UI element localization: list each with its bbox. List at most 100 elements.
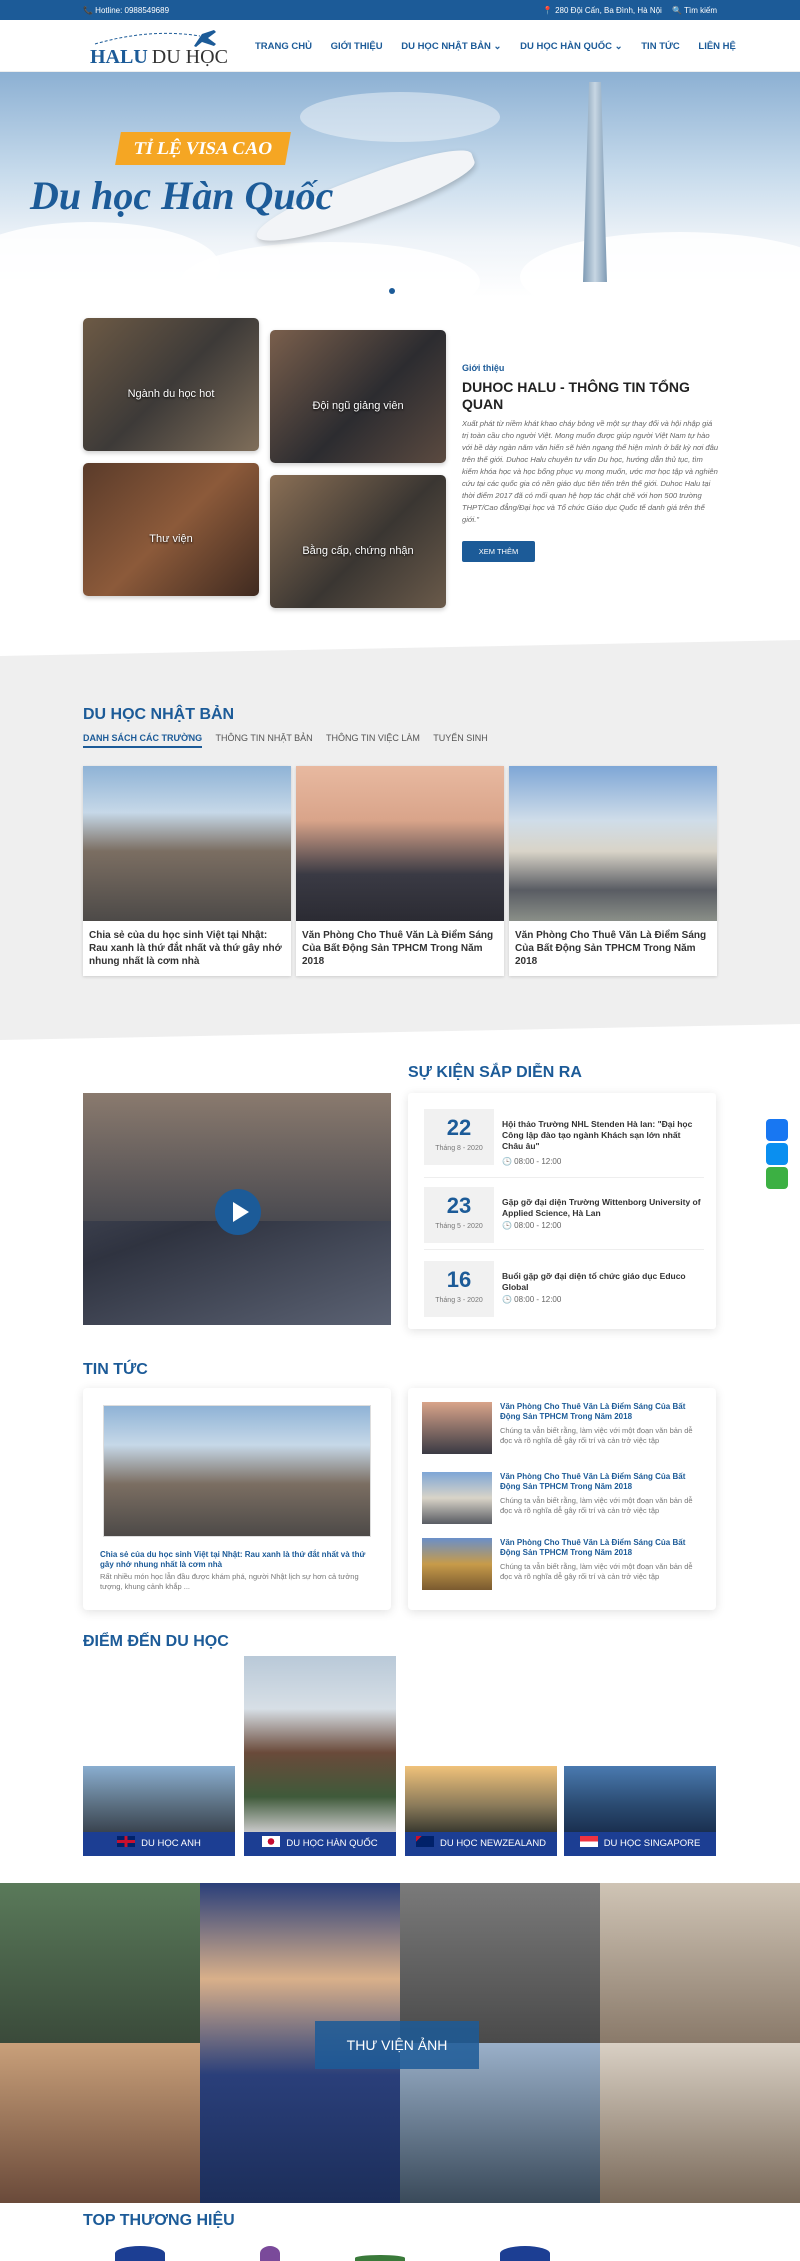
tile-hot-majors[interactable]: Ngành du học hot	[83, 318, 259, 451]
zalo-icon[interactable]	[766, 1143, 788, 1165]
video-player[interactable]	[83, 1093, 391, 1325]
brand-logo[interactable]	[500, 2246, 550, 2261]
destination-singapore[interactable]: DU HỌC SINGAPORE	[564, 1656, 716, 1856]
brand-logo[interactable]	[260, 2246, 280, 2261]
destination-label[interactable]: DU HỌC HÀN QUỐC	[244, 1832, 396, 1856]
photo-library[interactable]: THƯ VIỆN ẢNH	[0, 1883, 800, 2203]
destination-korea[interactable]: DU HỌC HÀN QUỐC	[244, 1656, 396, 1856]
hotline[interactable]: 📞 Hotline: 0988549689	[83, 6, 169, 15]
brand-logo[interactable]	[115, 2246, 165, 2261]
event-item[interactable]: 23 Tháng 5 - 2020 Gặp gỡ đại diện Trường …	[424, 1179, 704, 1243]
news-card[interactable]: Chia sẻ của du học sinh Việt tại Nhật: R…	[83, 766, 291, 976]
event-item[interactable]: 22 Tháng 8 - 2020 Hội thảo Trường NHL Ste…	[424, 1101, 704, 1166]
news-item[interactable]: Văn Phòng Cho Thuê Văn Là Điểm Sáng Của …	[422, 1472, 702, 1532]
event-item[interactable]: 16 Tháng 3 - 2020 Buổi gặp gỡ đại diện tổ…	[424, 1253, 704, 1317]
library-photo[interactable]	[0, 1883, 200, 2043]
brand-logo[interactable]	[355, 2255, 405, 2261]
library-photo[interactable]	[400, 1883, 600, 2043]
event-title[interactable]: Gặp gỡ đại diện Trường Wittenborg Univer…	[502, 1197, 702, 1219]
tile-caption: Ngành du học hot	[127, 388, 215, 401]
news-item[interactable]: Văn Phòng Cho Thuê Văn Là Điểm Sáng Của …	[422, 1538, 702, 1598]
event-date: 23 Tháng 5 - 2020	[424, 1187, 494, 1243]
about-label: Giới thiệu	[462, 363, 505, 373]
nav-japan[interactable]: DU HỌC NHẬT BẢN ⌄	[401, 41, 501, 52]
destination-name: DU HỌC SINGAPORE	[603, 1838, 701, 1849]
card-title[interactable]: Văn Phòng Cho Thuê Văn Là Điểm Sáng Của …	[296, 921, 504, 976]
news-thumb	[422, 1472, 492, 1524]
tile-certificates[interactable]: Bằng cấp, chứng nhận	[270, 475, 446, 608]
news-title[interactable]: Văn Phòng Cho Thuê Văn Là Điểm Sáng Của …	[500, 1472, 700, 1492]
library-photo[interactable]	[600, 2043, 800, 2203]
featured-news[interactable]: Chia sẻ của du học sinh Việt tại Nhật: R…	[83, 1388, 391, 1610]
news-heading: TIN TỨC	[83, 1361, 148, 1378]
destination-label[interactable]: DU HỌC ANH	[83, 1832, 235, 1856]
news-title[interactable]: Văn Phòng Cho Thuê Văn Là Điểm Sáng Của …	[500, 1402, 700, 1422]
hero-badge: TỈ LỆ VISA CAO	[115, 132, 292, 165]
event-time: 🕒 08:00 - 12:00	[502, 1157, 562, 1166]
divider	[424, 1177, 704, 1178]
see-more-button[interactable]: XEM THÊM	[462, 541, 535, 562]
hero-banner[interactable]: TỈ LỆ VISA CAO Du học Hàn Quốc	[0, 72, 800, 297]
nav-about[interactable]: GIỚI THIỆU	[331, 41, 383, 52]
event-day: 23	[446, 1193, 472, 1218]
card-title[interactable]: Văn Phòng Cho Thuê Văn Là Điểm Sáng Của …	[509, 921, 717, 976]
destination-uk[interactable]: DU HỌC ANH	[83, 1656, 235, 1856]
phone-icon[interactable]	[766, 1167, 788, 1189]
event-title[interactable]: Hội thảo Trường NHL Stenden Hà lan: "Đại…	[502, 1119, 702, 1152]
card-title[interactable]: Chia sẻ của du học sinh Việt tại Nhật: R…	[83, 921, 291, 976]
news-thumb	[422, 1538, 492, 1590]
event-time: 🕒 08:00 - 12:00	[502, 1295, 562, 1304]
library-photo[interactable]	[600, 1883, 800, 2043]
news-desc: Chúng ta vẫn biết rằng, làm việc với một…	[500, 1496, 693, 1515]
event-date: 16 Tháng 3 - 2020	[424, 1261, 494, 1317]
destination-image	[244, 1656, 396, 1832]
destination-image	[405, 1766, 557, 1832]
news-card[interactable]: Văn Phòng Cho Thuê Văn Là Điểm Sáng Của …	[296, 766, 504, 976]
card-image	[509, 766, 717, 921]
messenger-icon[interactable]	[766, 1119, 788, 1141]
singapore-flag-icon	[579, 1836, 598, 1847]
cloud	[180, 242, 480, 297]
main-nav: TRANG CHỦ GIỚI THIỆU DU HỌC NHẬT BẢN ⌄ D…	[255, 41, 752, 52]
logo-text-duhoc: DU HỌC	[151, 46, 228, 68]
uk-flag-icon	[117, 1836, 136, 1847]
cloud	[300, 92, 500, 142]
destination-image	[83, 1766, 235, 1832]
tile-teachers[interactable]: Đội ngũ giảng viên	[270, 330, 446, 463]
featured-title[interactable]: Chia sẻ của du học sinh Việt tại Nhật: R…	[100, 1550, 375, 1570]
event-day: 22	[446, 1115, 472, 1140]
destination-label[interactable]: DU HỌC SINGAPORE	[564, 1832, 716, 1856]
tab-schools[interactable]: DANH SÁCH CÁC TRƯỜNG	[83, 733, 203, 748]
destination-label[interactable]: DU HỌC NEWZEALAND	[405, 1832, 557, 1856]
events-list: 22 Tháng 8 - 2020 Hội thảo Trường NHL Ste…	[408, 1093, 716, 1329]
nav-news[interactable]: TIN TỨC	[641, 41, 680, 52]
tab-admission[interactable]: TUYỂN SINH	[433, 733, 488, 743]
tab-jobs[interactable]: THÔNG TIN VIỆC LÀM	[326, 733, 420, 743]
destination-name: DU HỌC ANH	[141, 1838, 201, 1849]
hero-title: Du học Hàn Quốc	[30, 173, 334, 218]
news-card[interactable]: Văn Phòng Cho Thuê Văn Là Điểm Sáng Của …	[509, 766, 717, 976]
tab-japan-info[interactable]: THÔNG TIN NHẬT BẢN	[215, 733, 312, 743]
play-icon[interactable]	[215, 1189, 261, 1235]
nav-korea[interactable]: DU HỌC HÀN QUỐC ⌄	[520, 41, 622, 52]
event-date: 22 Tháng 8 - 2020	[424, 1109, 494, 1165]
logo[interactable]: HALU DU HỌC	[90, 28, 230, 68]
nav-home[interactable]: TRANG CHỦ	[255, 41, 312, 52]
tile-library[interactable]: Thư viện	[83, 463, 259, 596]
destination-name: DU HỌC NEWZEALAND	[439, 1838, 547, 1849]
nav-contact[interactable]: LIÊN HỆ	[698, 41, 735, 52]
library-photo[interactable]	[0, 2043, 200, 2203]
search-link[interactable]: 🔍 Tìm kiếm	[672, 6, 717, 15]
slider-dot-active[interactable]	[389, 288, 395, 294]
destinations-heading: ĐIỂM ĐẾN DU HỌC	[83, 1633, 229, 1650]
event-title[interactable]: Buổi gặp gỡ đại diện tổ chức giáo dục Ed…	[502, 1271, 702, 1293]
library-label[interactable]: THƯ VIỆN ẢNH	[315, 2021, 479, 2069]
news-item[interactable]: Văn Phòng Cho Thuê Văn Là Điểm Sáng Của …	[422, 1402, 702, 1462]
news-title[interactable]: Văn Phòng Cho Thuê Văn Là Điểm Sáng Của …	[500, 1538, 700, 1558]
event-month: Tháng 3 - 2020	[435, 1297, 483, 1304]
slider-dot[interactable]	[401, 288, 407, 294]
destination-newzealand[interactable]: DU HỌC NEWZEALAND	[405, 1656, 557, 1856]
address: 📍 280 Đội Cấn, Ba Đình, Hà Nội	[542, 6, 662, 15]
cloud	[520, 232, 800, 297]
brands-heading: TOP THƯƠNG HIỆU	[83, 2212, 235, 2229]
